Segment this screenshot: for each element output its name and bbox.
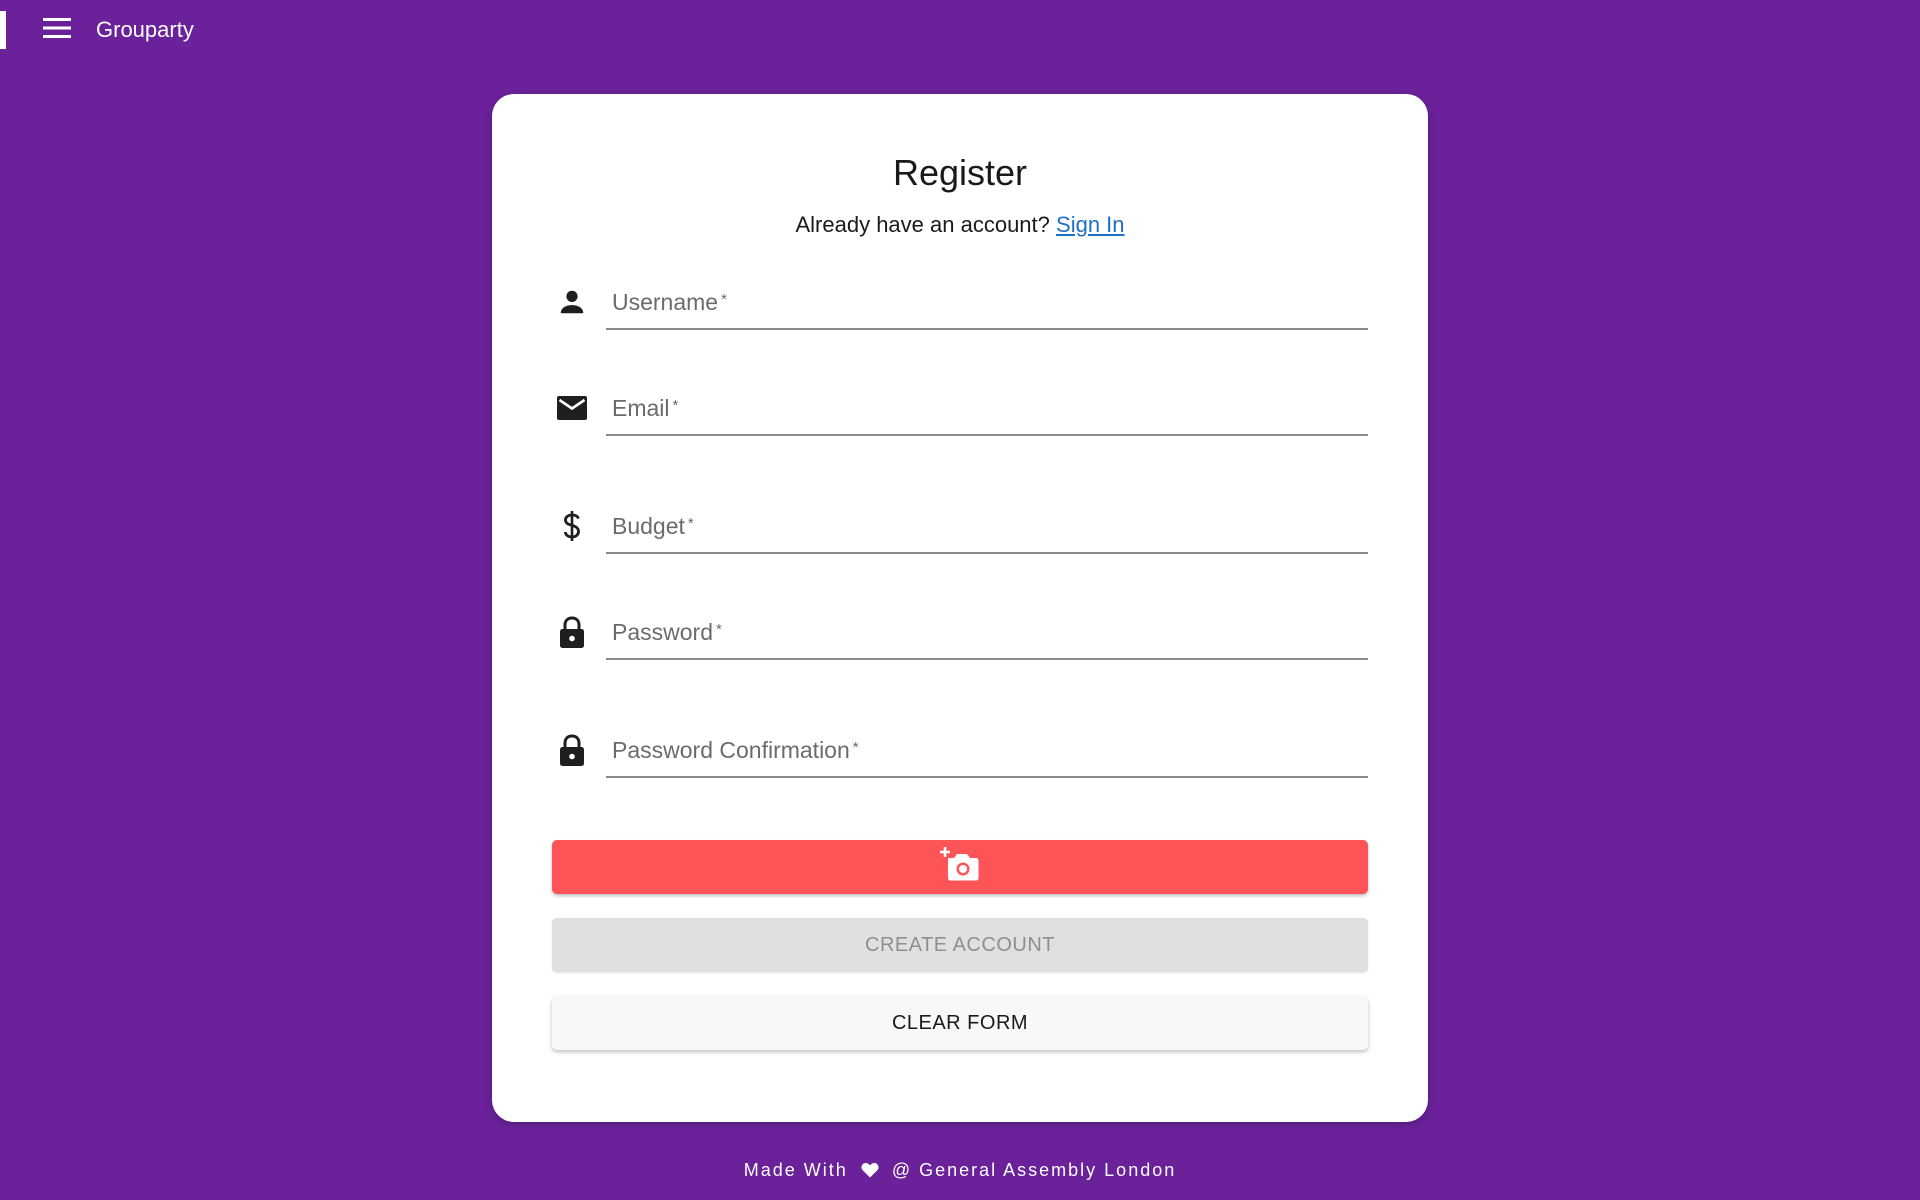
- clear-form-button[interactable]: CLEAR FORM: [552, 996, 1368, 1050]
- budget-input[interactable]: [606, 510, 1368, 546]
- person-icon: [552, 282, 592, 322]
- footer: Made With @ General Assembly London: [0, 1160, 1920, 1183]
- email-field: Email *: [552, 366, 1368, 436]
- create-account-button[interactable]: CREATE ACCOUNT: [552, 918, 1368, 972]
- add-photo-button[interactable]: [552, 840, 1368, 894]
- app-title: Grouparty: [96, 17, 194, 42]
- lock-icon: [552, 612, 592, 652]
- password-confirmation-field: Password Confirmation *: [552, 708, 1368, 778]
- hamburger-menu-icon: [43, 17, 71, 43]
- username-input[interactable]: [606, 286, 1368, 322]
- dollar-icon: [552, 506, 592, 546]
- footer-prefix: Made With: [743, 1160, 848, 1180]
- signin-prompt: Already have an account? Sign In: [0, 212, 1920, 238]
- heart-icon: [861, 1162, 879, 1183]
- password-field: Password *: [552, 590, 1368, 660]
- edge-indicator: [0, 11, 6, 49]
- add-photo-icon: [940, 846, 980, 888]
- menu-button[interactable]: [34, 12, 80, 48]
- signin-prompt-text: Already have an account?: [795, 212, 1050, 237]
- app-bar: Grouparty: [0, 0, 1920, 60]
- lock-icon: [552, 730, 592, 770]
- mail-icon: [552, 388, 592, 428]
- footer-suffix: @ General Assembly London: [891, 1160, 1177, 1180]
- password-confirmation-input[interactable]: [606, 734, 1368, 770]
- username-field: Username *: [552, 260, 1368, 330]
- budget-field: Budget *: [552, 484, 1368, 554]
- page-title: Register: [892, 152, 1028, 193]
- password-input[interactable]: [606, 616, 1368, 652]
- email-input[interactable]: [606, 392, 1368, 428]
- signin-link[interactable]: Sign In: [1056, 212, 1125, 237]
